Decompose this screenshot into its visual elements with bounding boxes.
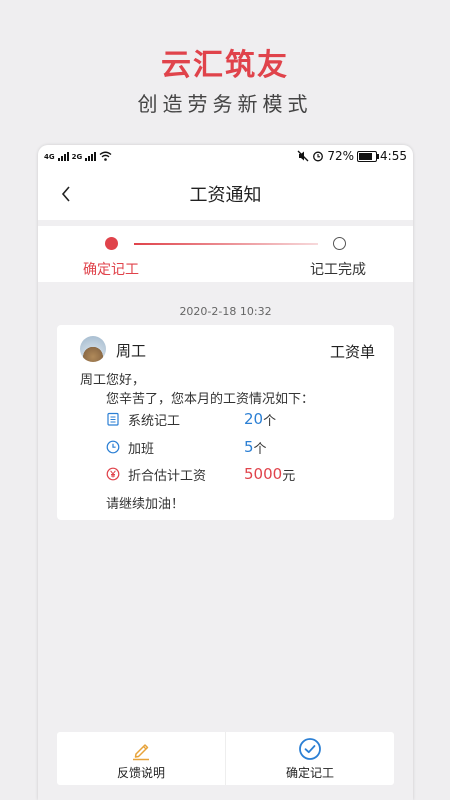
clock-time: 4:55 (380, 149, 407, 163)
nav-bar: 工资通知 (38, 167, 413, 220)
clipboard-icon (106, 412, 120, 426)
row-label: 折合估计工资 (128, 468, 207, 484)
alarm-icon (313, 151, 324, 162)
feedback-button-label: 反馈说明 (116, 766, 165, 780)
greeting-text: 周工您好， (80, 373, 146, 388)
signal-icon-2 (85, 152, 97, 161)
network-label-2: 2G (71, 153, 83, 161)
check-circle-icon (299, 738, 321, 760)
step-label-complete: 记工完成 (310, 262, 366, 278)
wage-notice-card[interactable]: 周工 工资单 周工您好， 您辛苦了，您本月的工资情况如下： 系统记工 20 个 (57, 325, 394, 520)
bottom-action-bar: 反馈说明 确定记工 (57, 732, 394, 785)
battery-percent: 72% (327, 149, 355, 163)
confirm-record-button-label: 确定记工 (285, 766, 334, 780)
row-label: 加班 (128, 441, 155, 457)
feedback-button[interactable]: 反馈说明 (57, 732, 225, 785)
intro-text: 您辛苦了，您本月的工资情况如下： (106, 392, 315, 407)
row-estimated-wage: 折合估计工资 5000 元 (106, 464, 295, 484)
status-bar: 4G 2G 72% 4:55 (38, 145, 413, 167)
back-button[interactable] (54, 182, 78, 206)
wifi-icon (99, 151, 112, 161)
confirm-record-button[interactable]: 确定记工 (225, 732, 394, 785)
row-label: 系统记工 (128, 413, 181, 429)
page-title: 工资通知 (189, 184, 262, 206)
promo-title: 云汇筑友 (161, 48, 289, 83)
sender-name: 周工 (116, 342, 147, 360)
row-work-records: 系统记工 20 个 (106, 409, 276, 429)
chevron-left-icon (61, 185, 70, 202)
avatar (80, 336, 106, 362)
row-unit: 个 (253, 441, 267, 457)
step-dot-pending (333, 237, 346, 250)
step-label-confirm: 确定记工 (83, 262, 139, 278)
row-unit: 个 (263, 413, 277, 429)
step-dot-active (105, 237, 118, 250)
step-progress-line (134, 243, 318, 245)
message-timestamp: 2020-2-18 10:32 (179, 305, 272, 318)
mute-icon (297, 150, 309, 162)
promo-subtitle: 创造劳务新模式 (137, 92, 313, 116)
yen-icon (106, 467, 120, 481)
step-progress: 确定记工 记工完成 (38, 226, 413, 282)
network-label-1: 4G (44, 153, 55, 161)
clock-icon (106, 440, 120, 454)
row-value: 5 (244, 438, 254, 456)
row-unit: 元 (282, 468, 296, 484)
pencil-icon (133, 744, 149, 761)
card-type-label: 工资单 (329, 343, 375, 361)
signal-icon (57, 152, 69, 161)
phone-screen: 4G 2G 72% 4:55 工资通知 确定记工 记工完成 2020-2-18 … (38, 145, 413, 800)
row-overtime: 加班 5 个 (106, 437, 267, 457)
row-value: 20 (244, 410, 264, 428)
closing-text: 请继续加油！ (106, 497, 185, 512)
row-value: 5000 (244, 465, 283, 483)
battery-icon (357, 150, 380, 162)
